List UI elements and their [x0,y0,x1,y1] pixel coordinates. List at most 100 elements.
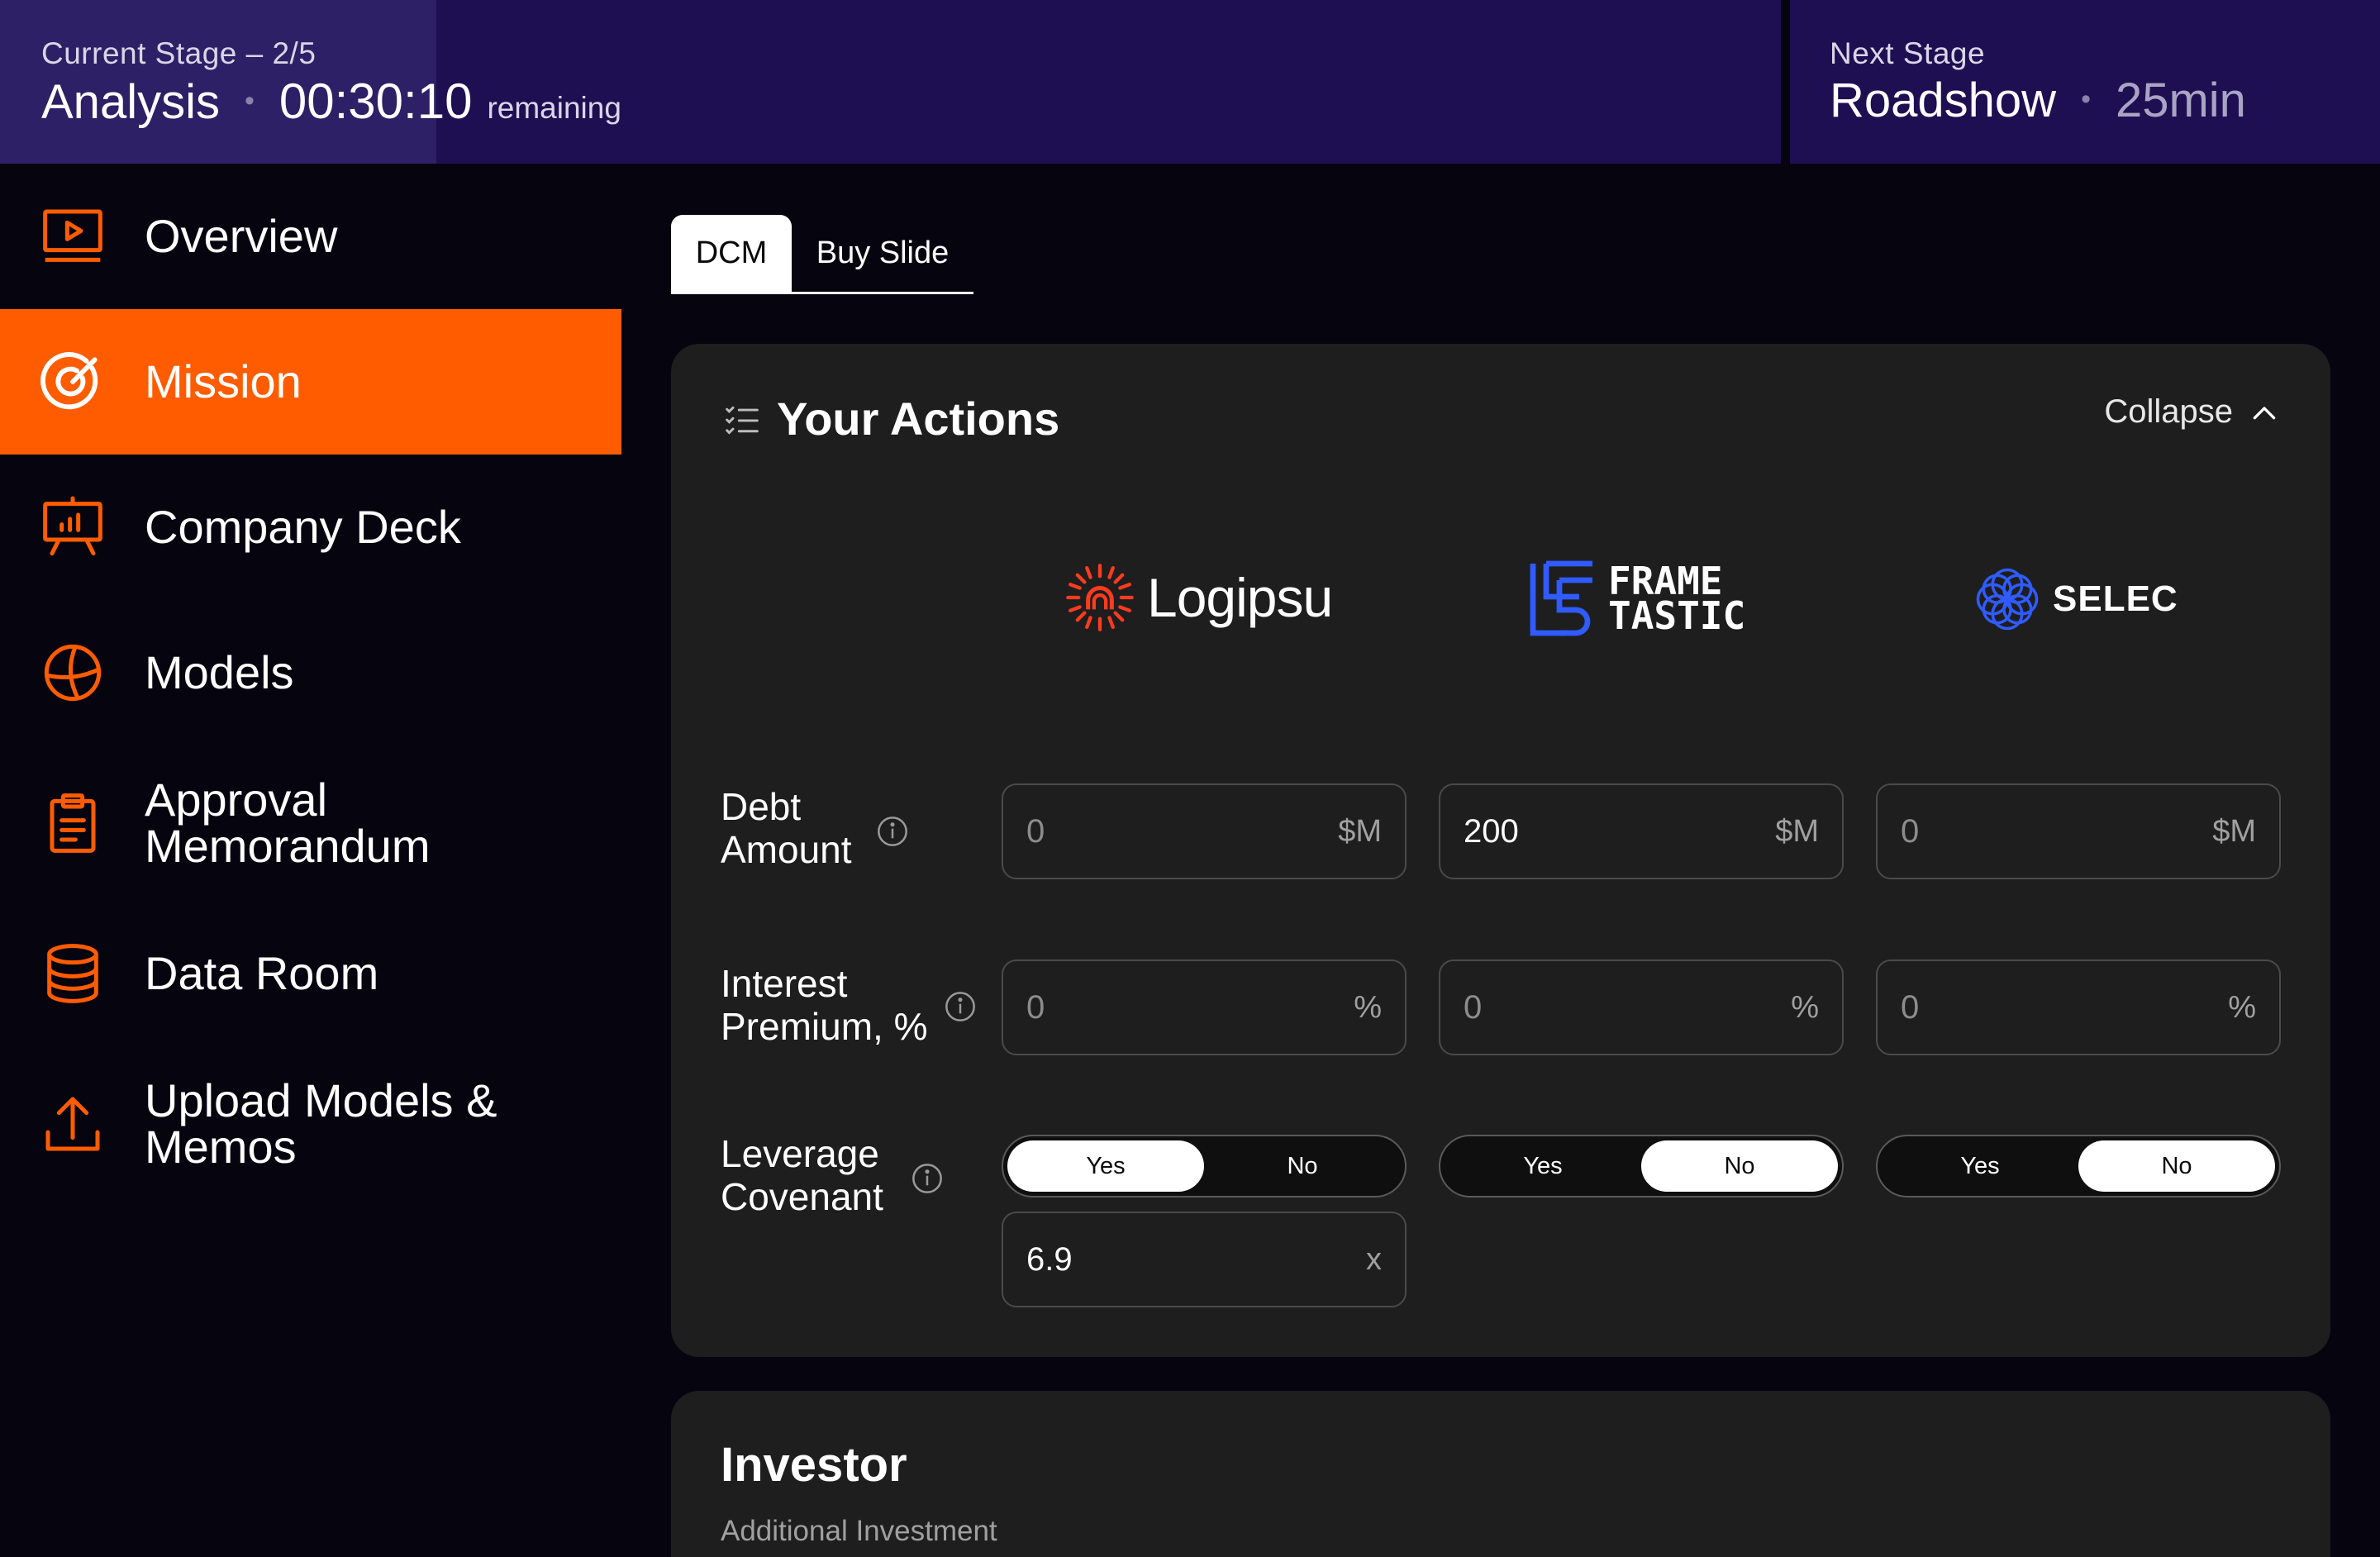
sidebar-item-upload-models-memos[interactable]: Upload Models & Memos [0,1046,621,1202]
separator-dot: • [244,85,255,117]
label-line: Memos [145,1121,297,1173]
database-icon [36,937,109,1010]
interest-premium-input[interactable] [1464,988,1711,1026]
covenant-toggle-logipsu[interactable]: Yes No [1002,1135,1407,1198]
sidebar-item-mission[interactable]: Mission [0,309,621,455]
selec-logo-icon [1976,568,2039,631]
unit-label: % [2228,989,2256,1025]
covenant-toggle-selec[interactable]: Yes No [1876,1135,2281,1198]
info-icon[interactable] [911,1162,944,1195]
toggle-yes[interactable]: Yes [1882,1140,2078,1192]
covenant-multiple-field-logipsu[interactable]: x [1002,1212,1407,1307]
presentation-icon [36,491,109,564]
clipboard-icon [36,787,109,859]
debt-amount-field-logipsu[interactable]: $M [1002,783,1407,879]
unit-label: $M [2212,813,2256,849]
unit-label: $M [1775,813,1819,849]
sidebar-item-label: Upload Models & Memos [145,1078,497,1170]
globe-icon [36,636,109,709]
interest-premium-field-selec[interactable]: % [1876,959,2281,1055]
interest-premium-input[interactable] [1901,988,2149,1026]
current-stage-bar: Current Stage – 2/5 Analysis • 00:30:10 … [0,0,1781,164]
label-line: Covenant [721,1175,883,1218]
debt-amount-label: Debt Amount [721,785,852,871]
next-stage-caption: Next Stage [1830,36,1986,70]
label-line: Approval [145,774,328,826]
label-line: Debt [721,785,802,828]
frametastic-logo-icon [1530,560,1592,636]
toggle-no[interactable]: No [2078,1140,2275,1192]
current-stage-name: Analysis [41,75,220,129]
additional-investment-label: Additional Investment [721,1515,997,1547]
target-icon [36,345,109,418]
label-line: Interest [721,962,848,1005]
debt-amount-input[interactable] [1464,812,1711,850]
remaining-label: remaining [487,91,621,125]
label-line: Premium, % [721,1005,928,1048]
sidebar-item-models[interactable]: Models [0,600,621,745]
unit-label: $M [1338,813,1382,849]
investor-title: Investor [721,1438,907,1492]
sidebar-item-label: Data Room [145,947,379,999]
sidebar-item-label: Approval Memorandum [145,777,430,869]
selec-wordmark: SELEC [2053,579,2178,619]
unit-label: % [1354,989,1382,1025]
next-stage-row: Roadshow • 25min [1830,73,2246,128]
sidebar-item-label: Mission [145,355,302,407]
info-icon[interactable] [876,815,909,848]
next-stage-duration: 25min [2115,74,2246,127]
interest-premium-field-logipsu[interactable]: % [1002,959,1407,1055]
next-stage-bar: Next Stage Roadshow • 25min [1790,0,2380,164]
leverage-covenant-label: Leverage Covenant [721,1132,883,1218]
logipsu-logo-icon [1066,564,1134,631]
sidebar-item-label: Company Deck [145,501,461,553]
label-line: Amount [721,828,852,871]
chevron-up-icon [2253,406,2276,419]
sidebar-item-company-deck[interactable]: Company Deck [0,455,621,600]
debt-amount-input[interactable] [1026,812,1274,850]
toggle-yes[interactable]: Yes [1007,1140,1204,1192]
countdown-timer: 00:30:10 [278,74,473,129]
logipsu-logo: Logipsu [1064,562,1333,633]
frametastic-logo: FRAME TASTIC [1529,560,1745,636]
unit-label: % [1791,989,1819,1025]
toggle-no[interactable]: No [1204,1140,1401,1192]
interest-premium-label: Interest Premium, % [721,962,927,1048]
sidebar-item-data-room[interactable]: Data Room [0,901,621,1046]
tab-dcm[interactable]: DCM [671,215,792,292]
panel-title: Your Actions [777,393,1060,445]
your-actions-panel: Your Actions Collapse Logipsu FRAME TAST… [671,344,2330,1357]
sidebar-item-overview[interactable]: Overview [0,164,621,309]
debt-amount-field-frametastic[interactable]: $M [1439,783,1844,879]
separator-dot: • [2081,83,2091,115]
sidebar-item-label: Overview [145,210,338,262]
sidebar-nav: Overview Mission Company Deck Models App… [0,164,621,1557]
covenant-multiple-input[interactable] [1026,1240,1274,1278]
tab-bar: DCM Buy Slide [671,215,973,294]
collapse-label: Collapse [2104,393,2233,430]
selec-logo: SELEC [1973,565,2178,633]
label-line: Memorandum [145,820,431,872]
checklist-icon [726,406,759,435]
unit-label: x [1366,1241,1382,1277]
debt-amount-field-selec[interactable]: $M [1876,783,2281,879]
wordmark-line: TASTIC [1608,593,1746,638]
debt-amount-input[interactable] [1901,812,2149,850]
current-stage-row: Analysis • 00:30:10 remaining [41,73,621,130]
next-stage-name: Roadshow [1830,74,2057,127]
sidebar-item-approval-memorandum[interactable]: Approval Memorandum [0,745,621,901]
covenant-toggle-frametastic[interactable]: Yes No [1439,1135,1844,1198]
interest-premium-field-frametastic[interactable]: % [1439,959,1844,1055]
investor-panel: Investor Additional Investment [671,1391,2330,1557]
tab-buy-slide[interactable]: Buy Slide [792,215,973,292]
frametastic-wordmark: FRAME TASTIC [1608,562,1746,638]
collapse-button[interactable]: Collapse [2104,393,2281,431]
label-line: Upload Models & [145,1074,497,1126]
label-line: Leverage [721,1132,879,1175]
logipsu-wordmark: Logipsu [1147,567,1333,628]
info-icon[interactable] [944,990,977,1023]
toggle-no[interactable]: No [1641,1140,1838,1192]
upload-icon [36,1088,109,1160]
toggle-yes[interactable]: Yes [1445,1140,1641,1192]
interest-premium-input[interactable] [1026,988,1274,1026]
